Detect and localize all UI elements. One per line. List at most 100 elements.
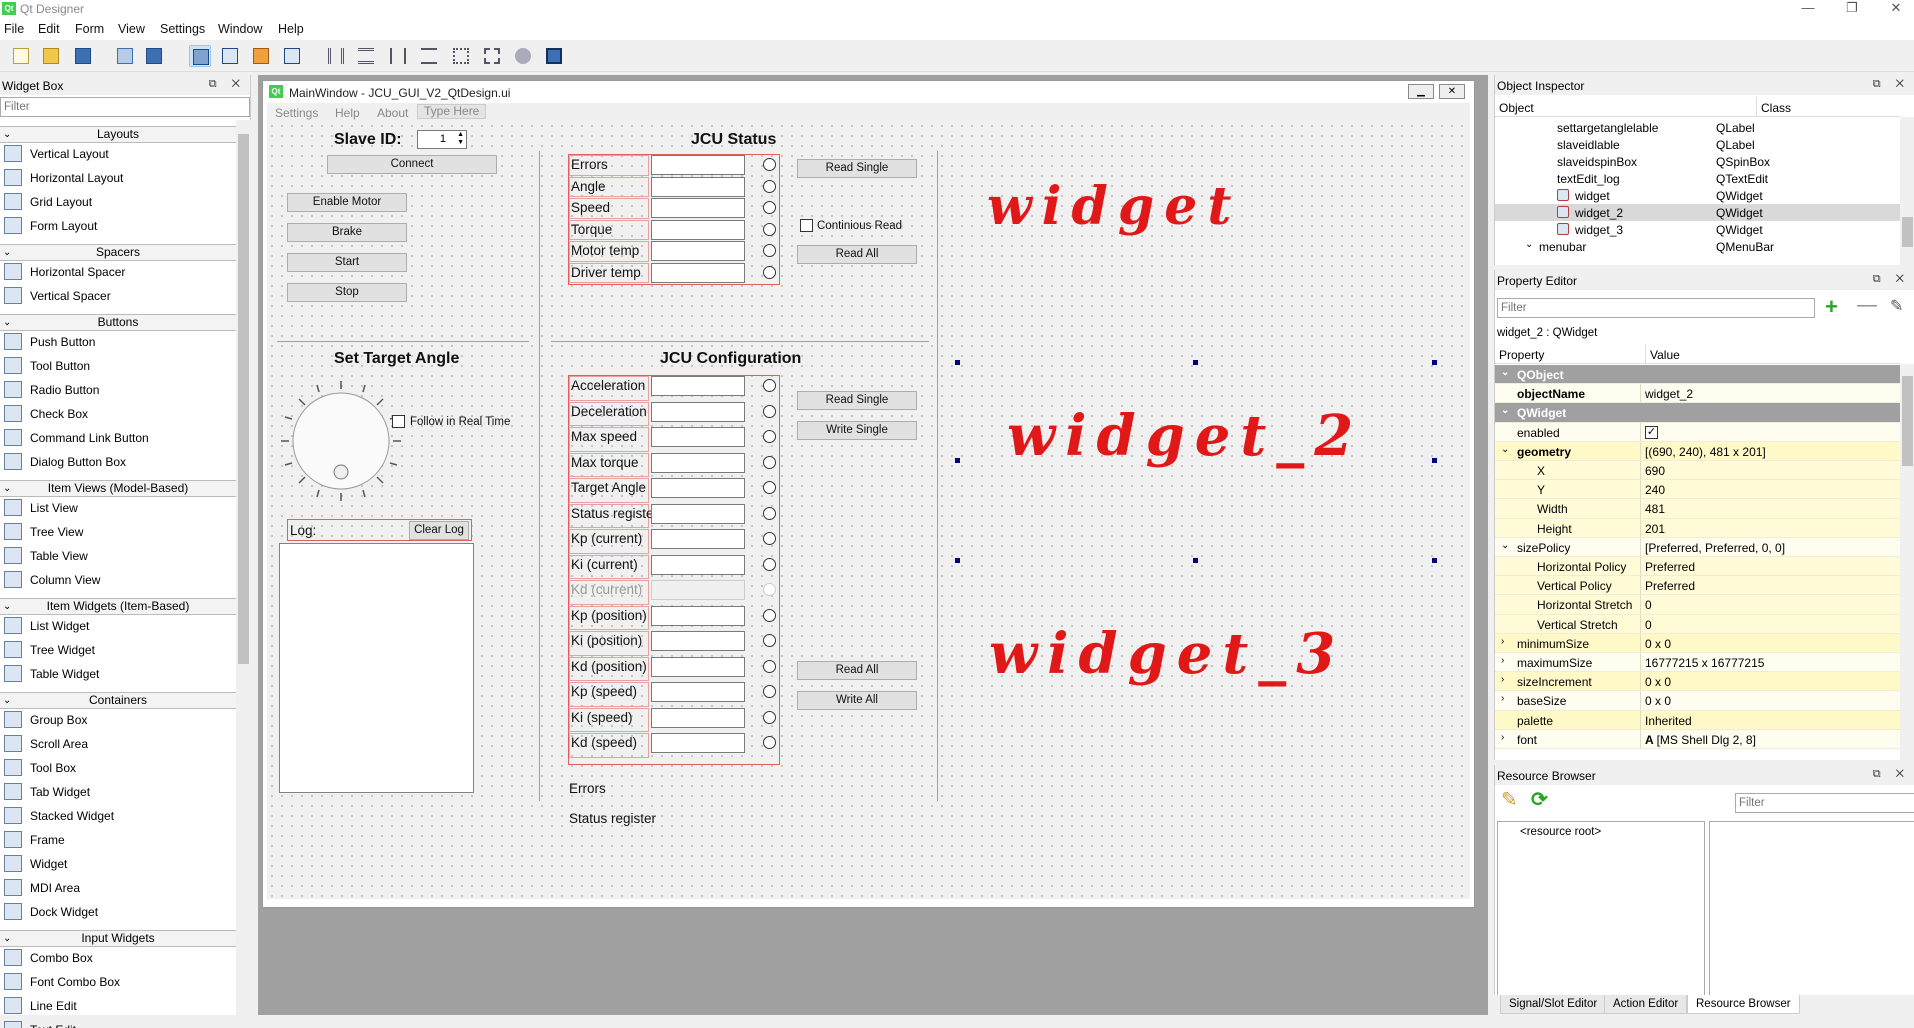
target-angle-field[interactable] bbox=[651, 478, 745, 498]
max-speed-indicator[interactable] bbox=[763, 430, 776, 443]
property-row-vertical-stretch[interactable]: Vertical Stretch 0 bbox=[1495, 614, 1900, 634]
driver-temp-field[interactable] bbox=[651, 262, 745, 283]
brake-button[interactable]: Brake bbox=[287, 223, 407, 242]
chevron-down-icon[interactable]: ⌄ bbox=[1501, 444, 1509, 455]
ki-speed-indicator[interactable] bbox=[763, 710, 776, 724]
form-window[interactable]: Qt MainWindow - JCU_GUI_V2_QtDesign.ui ▁… bbox=[262, 80, 1475, 908]
property-row-height[interactable]: Height 201 bbox=[1495, 518, 1900, 538]
tab-resource-browser[interactable]: Resource Browser bbox=[1687, 995, 1800, 1014]
dock-float-close-icon[interactable]: ⧉ ✕ bbox=[1873, 78, 1910, 91]
widget-item-vertical-spacer[interactable]: Vertical Spacer bbox=[0, 284, 236, 308]
kd-position-field[interactable] bbox=[651, 656, 745, 677]
reload-icon[interactable]: ⟳ bbox=[1531, 787, 1548, 812]
kp-current-indicator[interactable] bbox=[763, 532, 776, 545]
menu-view[interactable]: View bbox=[118, 22, 145, 36]
property-value[interactable]: [Preferred, Preferred, 0, 0] bbox=[1645, 541, 1785, 555]
acceleration-indicator[interactable] bbox=[763, 379, 776, 392]
dock-float-close-icon[interactable]: ⧉ ✕ bbox=[209, 78, 246, 91]
chevron-right-icon[interactable]: › bbox=[1501, 732, 1504, 743]
property-row-enabled[interactable]: enabled ✓ bbox=[1495, 422, 1900, 442]
widget-item-dock-widget[interactable]: Dock Widget bbox=[0, 900, 236, 924]
widget-item-push-button[interactable]: Push Button bbox=[0, 330, 236, 354]
property-value[interactable]: 0 bbox=[1645, 618, 1652, 632]
property-editor-scrollbar[interactable] bbox=[1900, 364, 1914, 760]
continuous-read-checkbox[interactable] bbox=[800, 219, 813, 232]
enable-motor-button[interactable]: Enable Motor bbox=[287, 193, 407, 212]
bring-to-front-icon[interactable] bbox=[114, 45, 136, 67]
save-icon[interactable] bbox=[72, 45, 94, 67]
category-buttons[interactable]: ⌄ Buttons bbox=[0, 314, 236, 331]
widget-item-tool-button[interactable]: Tool Button bbox=[0, 354, 236, 378]
configure-icon[interactable]: ✎ bbox=[1890, 296, 1903, 316]
widget-item-tool-box[interactable]: Tool Box bbox=[0, 756, 236, 780]
chevron-down-icon[interactable]: ⌄ bbox=[1501, 405, 1509, 416]
status-register-indicator[interactable] bbox=[763, 506, 776, 520]
config-write-single-button[interactable]: Write Single bbox=[797, 421, 917, 440]
spin-arrows-icon[interactable]: ▲ ▼ bbox=[457, 131, 464, 147]
widget-item-tree-view[interactable]: Tree View bbox=[0, 520, 236, 544]
widget-item-font-combo-box[interactable]: Font Combo Box bbox=[0, 970, 236, 994]
kp-speed-indicator[interactable] bbox=[763, 685, 776, 698]
stop-button[interactable]: Stop bbox=[287, 283, 407, 302]
ki-position-field[interactable] bbox=[651, 631, 745, 651]
motor-temp-indicator[interactable] bbox=[763, 244, 776, 257]
deceleration-indicator[interactable] bbox=[763, 404, 776, 418]
config-read-all-button[interactable]: Read All bbox=[797, 661, 917, 680]
resource-file-list[interactable] bbox=[1709, 821, 1914, 1001]
property-value[interactable]: 0 x 0 bbox=[1645, 675, 1671, 689]
edit-resources-icon[interactable]: ✎ bbox=[1501, 787, 1518, 812]
send-to-back-icon[interactable] bbox=[143, 45, 165, 67]
chevron-down-icon[interactable]: ⌄ bbox=[1525, 239, 1533, 250]
widget-box-filter-input[interactable] bbox=[0, 97, 250, 117]
property-row-minimumsize[interactable]: › minimumSize 0 x 0 bbox=[1495, 633, 1900, 653]
property-value[interactable]: Inherited bbox=[1645, 714, 1692, 728]
kd-position-indicator[interactable] bbox=[763, 659, 776, 673]
widget-item-group-box[interactable]: Group Box bbox=[0, 708, 236, 732]
errors-indicator[interactable] bbox=[763, 158, 776, 171]
object-inspector-scrollbar[interactable] bbox=[1900, 117, 1914, 265]
menu-window[interactable]: Window bbox=[218, 22, 262, 36]
form-menu-help[interactable]: Help bbox=[335, 106, 360, 120]
torque-indicator[interactable] bbox=[763, 222, 776, 236]
widget-item-column-view[interactable]: Column View bbox=[0, 568, 236, 592]
property-row-horizontal-policy[interactable]: Horizontal Policy Preferred bbox=[1495, 557, 1900, 577]
property-column-header[interactable]: Property bbox=[1495, 344, 1645, 364]
target-angle-dial[interactable] bbox=[279, 379, 403, 503]
value-column-header[interactable]: Value bbox=[1645, 344, 1900, 364]
lay-out-vertically-icon[interactable] bbox=[355, 45, 377, 67]
ki-speed-field[interactable] bbox=[651, 707, 745, 728]
property-value[interactable]: [MS Shell Dlg 2, 8] bbox=[1657, 733, 1756, 747]
kp-current-field[interactable] bbox=[651, 529, 745, 549]
widget-3-placeholder[interactable]: widget_3 bbox=[989, 621, 1345, 687]
property-row-x[interactable]: X 690 bbox=[1495, 461, 1900, 481]
category-item-views-model-based[interactable]: ⌄ Item Views (Model-Based) bbox=[0, 480, 236, 497]
new-file-icon[interactable] bbox=[10, 45, 32, 67]
property-value[interactable]: 16777215 x 16777215 bbox=[1645, 656, 1764, 670]
widget-item-combo-box[interactable]: Combo Box bbox=[0, 946, 236, 970]
menu-settings[interactable]: Settings bbox=[160, 22, 205, 36]
edit-tab-order-icon[interactable] bbox=[281, 45, 303, 67]
max-torque-indicator[interactable] bbox=[763, 455, 776, 469]
category-item-widgets-item-based[interactable]: ⌄ Item Widgets (Item-Based) bbox=[0, 598, 236, 615]
ki-current-field[interactable] bbox=[651, 554, 745, 575]
widget-item-table-view[interactable]: Table View bbox=[0, 544, 236, 568]
kd-speed-indicator[interactable] bbox=[763, 736, 776, 749]
property-row-sizeincrement[interactable]: › sizeIncrement 0 x 0 bbox=[1495, 672, 1900, 692]
edit-signals-slots-icon[interactable] bbox=[219, 45, 241, 67]
property-row-font[interactable]: › font A [MS Shell Dlg 2, 8] bbox=[1495, 729, 1900, 749]
property-row-qwidget[interactable]: ⌄ QWidget bbox=[1495, 403, 1900, 423]
deceleration-field[interactable] bbox=[651, 401, 745, 422]
config-read-single-button[interactable]: Read Single bbox=[797, 391, 917, 410]
status-register-field[interactable] bbox=[651, 503, 745, 524]
tab-action-editor[interactable]: Action Editor bbox=[1604, 995, 1688, 1014]
category-layouts[interactable]: ⌄ Layouts bbox=[0, 126, 236, 143]
property-row-objectname[interactable]: objectName widget_2 bbox=[1495, 384, 1900, 406]
menu-file[interactable]: File bbox=[4, 22, 24, 36]
property-value[interactable]: 0 x 0 bbox=[1645, 637, 1671, 651]
property-row-basesize[interactable]: › baseSize 0 x 0 bbox=[1495, 691, 1900, 711]
torque-field[interactable] bbox=[651, 219, 745, 240]
property-value[interactable]: Preferred bbox=[1645, 560, 1695, 574]
clear-log-button[interactable]: Clear Log bbox=[409, 521, 469, 540]
widget-item-list-widget[interactable]: List Widget bbox=[0, 614, 236, 638]
lay-out-grid-icon[interactable] bbox=[450, 45, 472, 67]
